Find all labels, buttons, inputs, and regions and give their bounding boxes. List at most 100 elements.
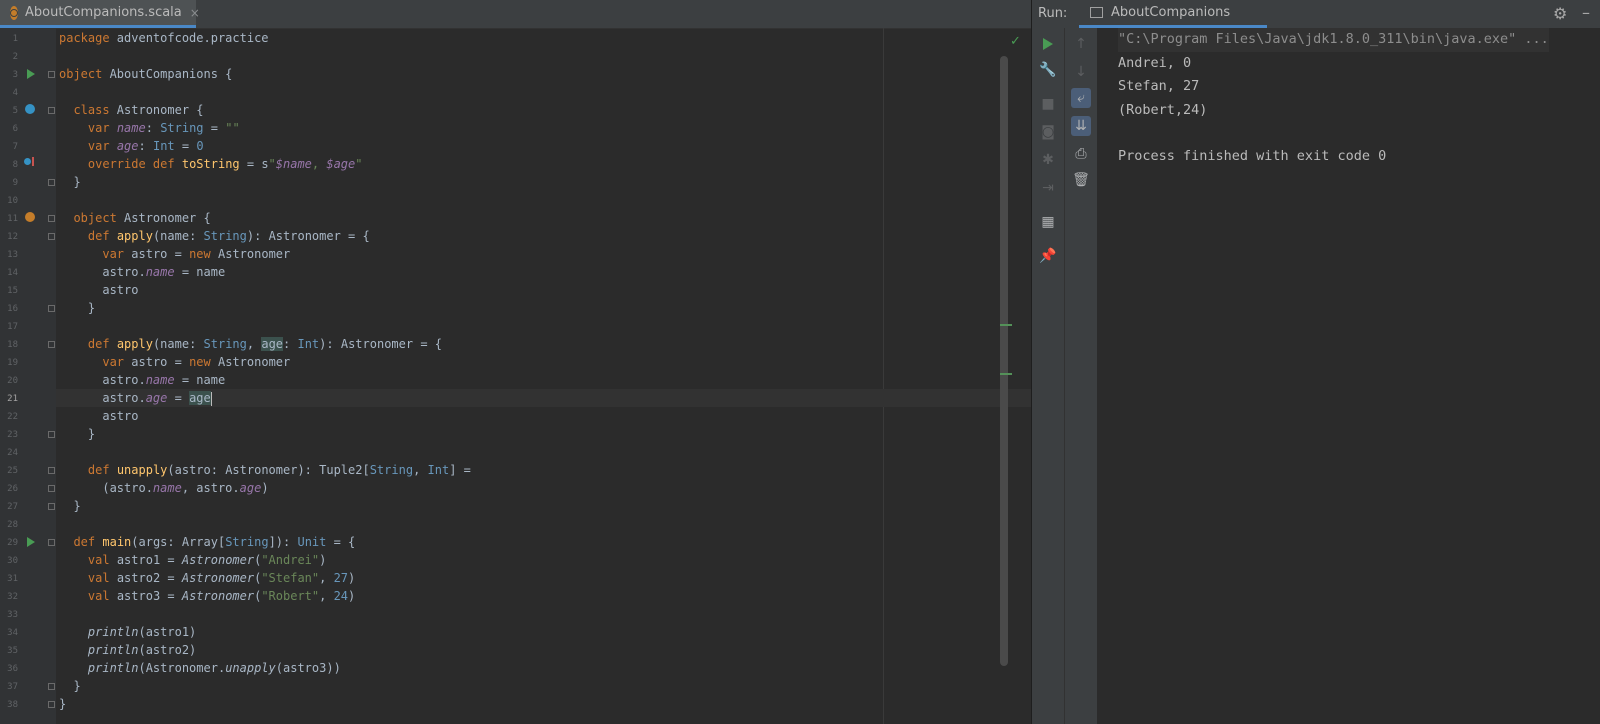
layout-icon[interactable]: ▦ — [1038, 212, 1058, 232]
run-main-gutter-icon[interactable] — [27, 537, 35, 547]
line-number: 2 — [12, 52, 18, 62]
code-line: } — [59, 679, 81, 693]
fold-marker[interactable] — [48, 701, 55, 708]
line-number: 38 — [7, 700, 18, 710]
run-gutter-icon[interactable] — [27, 69, 35, 79]
line-number: 16 — [7, 304, 18, 314]
change-marker[interactable] — [1000, 373, 1012, 375]
code-line: object Astronomer { — [73, 211, 211, 225]
print-icon[interactable]: ⎙ — [1071, 144, 1091, 164]
exit-icon[interactable]: ⇥ — [1038, 178, 1058, 198]
line-number: 36 — [7, 664, 18, 674]
line-number: 37 — [7, 682, 18, 692]
line-number: 13 — [7, 250, 18, 260]
console-tab-icon — [1090, 7, 1103, 18]
line-gutter[interactable]: 1 2 3 4 5 6 7 8 9 10 11 12 13 14 15 16 1… — [0, 28, 56, 724]
fold-marker[interactable] — [48, 539, 55, 546]
scroll-to-end-icon[interactable]: ⇊ — [1071, 116, 1091, 136]
code-line: override def toString = s"$name, $age" — [87, 157, 363, 171]
line-number: 19 — [7, 358, 18, 368]
line-number: 15 — [7, 286, 18, 296]
code-line: object AboutCompanions { — [59, 67, 233, 81]
line-number: 22 — [7, 412, 18, 422]
fold-marker[interactable] — [48, 467, 55, 474]
line-number: 26 — [7, 484, 18, 494]
fold-marker[interactable] — [48, 71, 55, 78]
line-number: 35 — [7, 646, 18, 656]
implemented-class-icon[interactable] — [25, 104, 35, 114]
text-caret — [210, 391, 212, 406]
code-line: } — [59, 697, 67, 711]
close-tab-icon[interactable]: × — [190, 6, 200, 20]
ide-window: AboutCompanions.scala × 1 2 3 4 5 6 7 8 … — [0, 0, 1600, 724]
no-problems-check-icon[interactable]: ✓ — [1010, 34, 1021, 49]
soft-wrap-icon[interactable]: ⤶ — [1071, 88, 1091, 108]
console-output-line: Stefan, 27 — [1118, 78, 1200, 94]
run-label: Run: — [1038, 6, 1068, 21]
run-tab-label: AboutCompanions — [1111, 5, 1231, 20]
fold-marker[interactable] — [48, 485, 55, 492]
override-method-icon[interactable] — [24, 158, 31, 165]
trash-icon[interactable]: 🗑 — [1071, 170, 1091, 190]
minimize-icon[interactable]: – — [1582, 3, 1590, 22]
console-output[interactable]: "C:\Program Files\Java\jdk1.8.0_311\bin\… — [1106, 28, 1600, 724]
pin-icon[interactable]: 📌 — [1038, 246, 1058, 266]
code-line: package adventofcode.practice — [59, 31, 269, 45]
code-line: astro — [59, 283, 139, 297]
camera-icon[interactable]: ◙ — [1038, 122, 1058, 142]
code-line: } — [59, 499, 81, 513]
code-area[interactable]: package adventofcode.practice object Abo… — [56, 28, 1031, 724]
stop-icon[interactable]: ■ — [1038, 94, 1058, 114]
line-number: 9 — [12, 178, 18, 188]
fold-marker[interactable] — [48, 341, 55, 348]
line-number: 27 — [7, 502, 18, 512]
code-line: def main(args: Array[String]): Unit = { — [73, 535, 356, 549]
rerun-icon[interactable] — [1038, 34, 1058, 54]
code-editor[interactable]: AboutCompanions.scala × 1 2 3 4 5 6 7 8 … — [0, 0, 1031, 724]
code-line: val astro2 = Astronomer("Stefan", 27) — [87, 571, 356, 585]
line-number: 8 — [12, 160, 18, 170]
debug-bug-icon[interactable]: ✱ — [1038, 150, 1058, 170]
line-number: 6 — [12, 124, 18, 134]
line-number: 28 — [7, 520, 18, 530]
run-tab-aboutcompanions[interactable]: AboutCompanions — [1079, 0, 1267, 28]
editor-vertical-scrollbar[interactable] — [1000, 56, 1008, 666]
line-number: 34 — [7, 628, 18, 638]
fold-marker[interactable] — [48, 305, 55, 312]
line-number: 25 — [7, 466, 18, 476]
up-arrow-icon[interactable]: ↑ — [1071, 34, 1091, 54]
editor-tab-aboutcompanions[interactable]: AboutCompanions.scala × — [0, 0, 200, 28]
wrench-icon[interactable]: 🔧 — [1038, 60, 1058, 80]
fold-marker[interactable] — [48, 233, 55, 240]
change-marker[interactable] — [1000, 324, 1012, 326]
code-line: class Astronomer { — [73, 103, 204, 117]
override-up-arrow-icon[interactable] — [32, 157, 34, 166]
code-line: astro.name = name — [59, 265, 226, 279]
line-number: 7 — [12, 142, 18, 152]
scala-object-icon — [10, 5, 18, 20]
down-arrow-icon[interactable]: ↓ — [1071, 62, 1091, 82]
run-toolbar-secondary: ↑ ↓ ⤶ ⇊ ⎙ 🗑 — [1064, 28, 1097, 724]
line-number: 30 — [7, 556, 18, 566]
run-toolbar-primary: 🔧 ■ ◙ ✱ ⇥ ▦ 📌 — [1032, 28, 1064, 724]
gear-icon[interactable]: ⚙ — [1553, 4, 1567, 23]
line-number: 3 — [12, 70, 18, 80]
fold-marker[interactable] — [48, 431, 55, 438]
code-line: val astro1 = Astronomer("Andrei") — [87, 553, 327, 567]
line-number: 4 — [12, 88, 18, 98]
console-output-line: Andrei, 0 — [1118, 55, 1192, 71]
fold-marker[interactable] — [48, 179, 55, 186]
companion-object-icon[interactable] — [25, 212, 35, 222]
editor-tab-label: AboutCompanions.scala — [25, 5, 182, 20]
fold-marker[interactable] — [48, 503, 55, 510]
fold-marker[interactable] — [48, 683, 55, 690]
line-number: 33 — [7, 610, 18, 620]
console-command-line: "C:\Program Files\Java\jdk1.8.0_311\bin\… — [1118, 28, 1549, 52]
fold-marker[interactable] — [48, 215, 55, 222]
editor-tab-bar: AboutCompanions.scala × — [0, 0, 1031, 29]
line-number: 10 — [7, 196, 18, 206]
fold-marker[interactable] — [48, 107, 55, 114]
console-output-line: (Robert,24) — [1118, 102, 1208, 118]
code-line: var astro = new Astronomer — [102, 355, 291, 369]
code-line: var age: Int = 0 — [87, 139, 204, 153]
